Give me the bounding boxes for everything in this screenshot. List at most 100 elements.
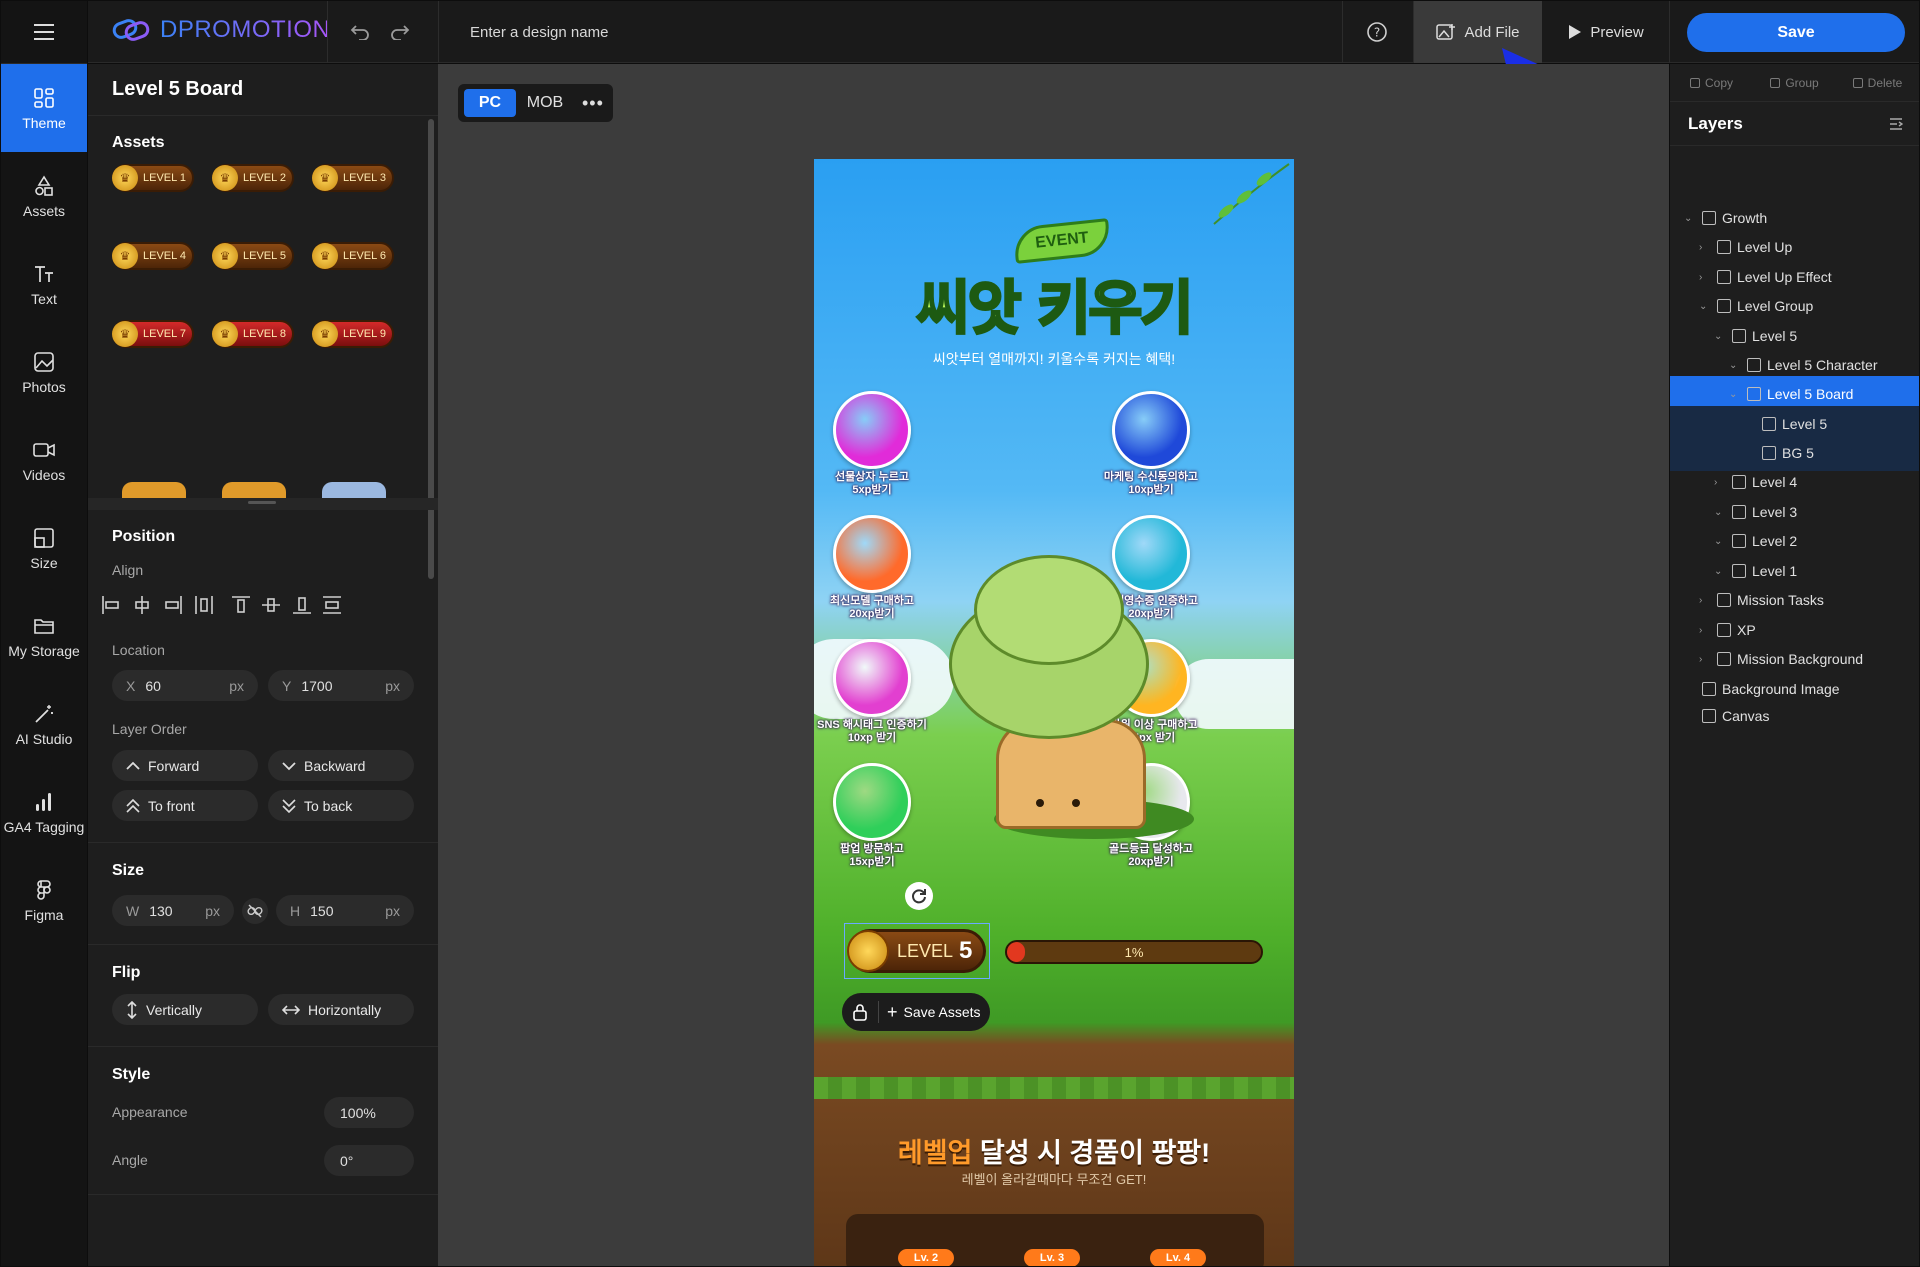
w-unit: px (205, 902, 220, 919)
asset-level-badge[interactable]: ♛ LEVEL 9 (312, 320, 394, 348)
event-subheadline: 씨앗부터 열매까지! 키울수록 커지는 혜택! (932, 351, 1176, 367)
layer-label: Level Group (1737, 298, 1814, 314)
appearance-input[interactable]: 100% (324, 1097, 414, 1128)
flip-vertical-button[interactable]: Vertically (112, 994, 258, 1025)
mission-left-2[interactable]: 최신모델 구매하고 20xp받기 (817, 515, 927, 621)
undo-button[interactable] (348, 20, 372, 44)
align-top-icon[interactable] (230, 594, 252, 616)
mission-left-4[interactable]: 팝업 방문하고 15xp받기 (817, 763, 927, 869)
asset-level-badge[interactable]: ♛ LEVEL 6 (312, 242, 394, 270)
chevron-down-icon[interactable]: ⌄ (1714, 331, 1724, 342)
rail-item-videos[interactable]: Videos (1, 416, 87, 504)
more-options-icon[interactable]: ••• (582, 93, 604, 114)
canvas-area[interactable]: PC MOB ••• EVENT 씨앗 키우기 씨앗부터 열매까지! 키울수록 … (438, 64, 1669, 1266)
align-label: Align (112, 562, 144, 578)
layer-type-icon (1717, 623, 1731, 637)
angle-input[interactable]: 0° (324, 1145, 414, 1176)
chevron-right-icon[interactable]: › (1714, 477, 1724, 488)
asset-level-badge[interactable]: ♛ LEVEL 4 (112, 242, 194, 270)
mission-right-1[interactable]: 마케팅 수신동의하고 10xp받기 (1096, 391, 1206, 497)
aspect-lock-button[interactable] (242, 898, 268, 924)
chevron-right-icon[interactable]: › (1699, 654, 1709, 665)
rail-item-text[interactable]: Text (1, 240, 87, 328)
resize-handle[interactable] (248, 501, 276, 504)
asset-level-badge[interactable]: ♛ LEVEL 7 (112, 320, 194, 348)
asset-level-badge[interactable]: ♛ LEVEL 2 (212, 164, 294, 192)
asset-level-badge[interactable]: ♛ LEVEL 8 (212, 320, 294, 348)
chevron-down-icon[interactable]: ⌄ (1729, 389, 1739, 400)
distribute-v-icon[interactable] (321, 594, 343, 616)
rail-item-theme[interactable]: Theme (1, 64, 87, 152)
align-middle-v-icon[interactable] (260, 594, 282, 616)
width-field[interactable]: W 130 px (112, 895, 234, 926)
panel-scrollbar[interactable] (428, 119, 434, 579)
lock-icon[interactable] (852, 1003, 868, 1021)
tab-mob[interactable]: MOB (522, 89, 568, 117)
rail-item-photos[interactable]: Photos (1, 328, 87, 416)
copy-button[interactable]: Copy (1670, 76, 1753, 90)
design-name-input[interactable]: Enter a design name (470, 1, 770, 63)
align-right-icon[interactable] (162, 594, 184, 616)
align-left-icon[interactable] (100, 594, 122, 616)
flip-horizontal-button[interactable]: Horizontally (268, 994, 414, 1025)
forward-button[interactable]: Forward (112, 750, 258, 781)
rail-item-ai-studio[interactable]: AI Studio (1, 680, 87, 768)
rail-item-figma[interactable]: Figma (1, 856, 87, 944)
menu-button[interactable] (1, 1, 87, 64)
align-center-h-icon[interactable] (131, 594, 153, 616)
mission-left-1[interactable]: 선물상자 누르고 5xp받기 (817, 391, 927, 497)
chevron-down-icon[interactable]: ⌄ (1714, 507, 1724, 518)
preview-button[interactable]: Preview (1544, 1, 1668, 63)
collapse-all-icon[interactable] (1889, 118, 1903, 130)
help-button[interactable]: ? (1366, 21, 1388, 43)
tree-canopy-top (974, 555, 1124, 665)
level-number: 5 (959, 937, 973, 964)
chevron-down-icon[interactable]: ⌄ (1684, 213, 1694, 224)
align-bottom-icon[interactable] (291, 594, 313, 616)
distribute-h-icon[interactable] (193, 594, 215, 616)
group-button[interactable]: Group (1753, 76, 1836, 90)
redo-button[interactable] (388, 20, 412, 44)
mission-left-3[interactable]: SNS 해시태그 인증하기 10xp 받기 (817, 639, 927, 745)
chevron-down-icon[interactable]: ⌄ (1714, 566, 1724, 577)
action-label: Group (1785, 75, 1819, 90)
mission-line2: 15xp받기 (849, 856, 895, 868)
action-label: Delete (1867, 75, 1903, 90)
backward-button[interactable]: Backward (268, 750, 414, 781)
y-field[interactable]: Y 1700 px (268, 670, 414, 701)
layer-type-icon (1702, 709, 1716, 723)
layer-item[interactable]: Canvas (1670, 698, 1919, 734)
level-badge[interactable]: LEVEL 5 (847, 929, 986, 973)
rotate-handle[interactable] (905, 882, 933, 910)
chevron-right-icon[interactable]: › (1699, 625, 1709, 636)
rotate-icon (912, 889, 926, 904)
layer-actions: Copy Group Delete (1670, 64, 1919, 102)
brand-logo[interactable]: DPROMOTION (112, 16, 330, 44)
rail-item-assets[interactable]: Assets (1, 152, 87, 240)
chevron-down-icon[interactable]: ⌄ (1699, 301, 1709, 312)
vertically-label: Vertically (146, 1001, 203, 1018)
asset-level-badge[interactable]: ♛ LEVEL 5 (212, 242, 294, 270)
to-back-button[interactable]: To back (268, 790, 414, 821)
to-front-button[interactable]: To front (112, 790, 258, 821)
chevron-right-icon[interactable]: › (1699, 595, 1709, 606)
artboard[interactable]: EVENT 씨앗 키우기 씨앗부터 열매까지! 키울수록 커지는 혜택! 선물상… (814, 159, 1294, 1266)
asset-level-badge[interactable]: ♛ LEVEL 1 (112, 164, 194, 192)
mission-line1: 팝업 방문하고 (840, 843, 904, 855)
delete-button[interactable]: Delete (1836, 76, 1919, 90)
rail-item-my-storage[interactable]: My Storage (1, 592, 87, 680)
x-field[interactable]: X 60 px (112, 670, 258, 701)
xp-progress-label: 1% (1124, 944, 1144, 960)
asset-level-badge[interactable]: ♛ LEVEL 3 (312, 164, 394, 192)
chevron-right-icon[interactable]: › (1699, 272, 1709, 283)
layer-type-icon (1762, 417, 1776, 431)
rail-item-size[interactable]: Size (1, 504, 87, 592)
chevron-right-icon[interactable]: › (1699, 242, 1709, 253)
rail-item-ga4-tagging[interactable]: GA4 Tagging (1, 768, 87, 856)
save-assets-button[interactable]: Save Assets (904, 1004, 981, 1020)
tab-pc[interactable]: PC (464, 89, 516, 117)
chevron-down-icon[interactable]: ⌄ (1714, 536, 1724, 547)
height-field[interactable]: H 150 px (276, 895, 414, 926)
chevron-down-icon[interactable]: ⌄ (1729, 360, 1739, 371)
save-button[interactable]: Save (1687, 13, 1905, 52)
